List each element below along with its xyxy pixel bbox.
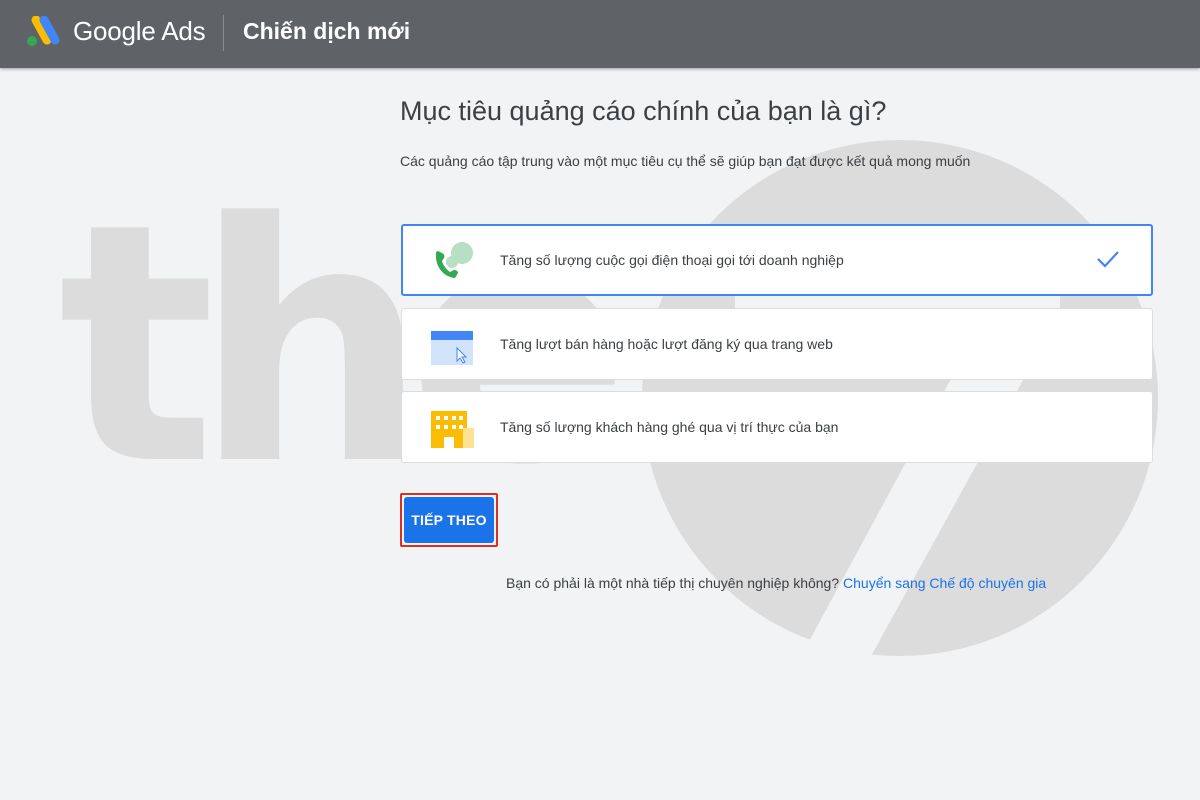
goal-option-label: Tăng số lượng khách hàng ghé qua vị trí …	[500, 419, 839, 435]
check-icon	[1097, 251, 1119, 268]
page-heading: Mục tiêu quảng cáo chính của bạn là gì?	[400, 96, 887, 126]
expert-mode-question: Bạn có phải là một nhà tiếp thị chuyên n…	[506, 575, 840, 591]
goal-option-phone-calls[interactable]: Tăng số lượng cuộc gọi điện thoại gọi tớ…	[401, 224, 1153, 296]
next-button[interactable]: TIẾP THEO	[404, 497, 494, 543]
goal-option-label: Tăng số lượng cuộc gọi điện thoại gọi tớ…	[500, 252, 844, 268]
phone-call-icon	[435, 242, 473, 278]
goal-option-store-visits[interactable]: Tăng số lượng khách hàng ghé qua vị trí …	[401, 391, 1153, 463]
website-click-icon	[431, 331, 473, 365]
header-divider	[223, 15, 224, 51]
google-ads-logo-icon[interactable]	[24, 16, 60, 48]
goal-option-website-sales[interactable]: Tăng lượt bán hàng hoặc lượt đăng ký qua…	[401, 308, 1153, 380]
storefront-icon	[431, 411, 474, 448]
page-title: Chiến dịch mới	[243, 18, 411, 44]
switch-to-expert-mode-link[interactable]: Chuyển sang Chế độ chuyên gia	[843, 575, 1046, 591]
product-name: Google Ads	[73, 16, 206, 46]
goal-option-label: Tăng lượt bán hàng hoặc lượt đăng ký qua…	[500, 336, 833, 352]
page-subheading: Các quảng cáo tập trung vào một mục tiêu…	[400, 153, 971, 169]
top-bar: Google Ads Chiến dịch mới	[0, 0, 1200, 68]
expert-mode-prompt: Bạn có phải là một nhà tiếp thị chuyên n…	[506, 575, 1046, 591]
